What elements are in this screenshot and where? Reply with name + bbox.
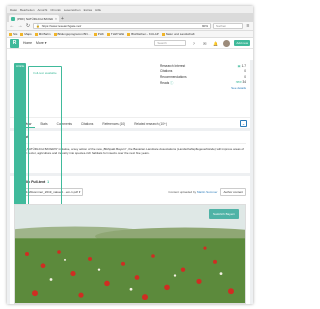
bookmark-item[interactable]: THW Wiki [106, 32, 124, 36]
menu-bookmarks[interactable]: Lesezeichen [64, 8, 81, 12]
browser-tab[interactable]: (PDF) NATÜRLICH BAYERN: Eine × [9, 15, 59, 22]
folder-icon [20, 32, 24, 36]
folder-icon [9, 32, 12, 36]
chevron-down-icon[interactable]: ⌄ [240, 120, 247, 127]
bookmarks-bar: Sts Maps Mit Bahn Bildungsprogramm BN… P… [7, 31, 253, 38]
bookmark-item[interactable]: Blohfächen - KULAP [127, 32, 159, 36]
folder-icon [53, 32, 57, 36]
bookmark-item[interactable]: Bildungsprogramm BN… [53, 32, 91, 36]
folder-icon [161, 32, 165, 36]
tab-strip: (PDF) NATÜRLICH BAYERN: Eine × + [7, 13, 253, 22]
researchgate-header: R Home More ▾ Search ? ✉ 🔔 Add new [7, 38, 253, 49]
bookmark-item[interactable]: Sts [9, 32, 17, 36]
publication-tags: Article Full-text available [14, 63, 144, 206]
menu-view[interactable]: Ansicht [38, 8, 48, 12]
browser-search-input[interactable]: Suchen [213, 23, 243, 29]
menu-file[interactable]: Datei [10, 8, 17, 12]
navigation-bar: ← → ↻ 🔒 https://www.researchgate.net/ 90… [7, 22, 253, 31]
researchgate-favicon-icon [11, 16, 15, 21]
bookmark-item[interactable]: PHK [93, 32, 104, 36]
lock-icon: 🔒 [36, 24, 40, 28]
close-tab-icon[interactable]: × [55, 17, 57, 21]
site-search-input[interactable]: Search [154, 40, 187, 46]
bookmark-item[interactable]: Maps [20, 32, 32, 36]
publication-info: Article Full-text available NATÜRLICH BA… [14, 63, 144, 239]
author-content-button[interactable]: Author content [220, 188, 246, 196]
bookmark-item[interactable]: Mit Bahn [34, 32, 51, 36]
nav-more[interactable]: More ▾ [36, 41, 46, 45]
natuerlich-bayern-logo: Natürlich Bayern [209, 209, 239, 219]
new-tab-button[interactable]: + [59, 15, 66, 22]
folder-icon [34, 32, 38, 36]
fulltext-badge: Full-text available [28, 66, 62, 206]
search-placeholder: Suchen [216, 24, 227, 28]
reload-button[interactable]: ↻ [25, 23, 31, 29]
messages-icon[interactable]: ✉ [201, 40, 208, 47]
menu-edit[interactable]: Bearbeiten [20, 8, 35, 12]
menu-tools[interactable]: Extras [84, 8, 93, 12]
zoom-level[interactable]: 90% [202, 24, 208, 28]
menu-history[interactable]: Chronik [50, 8, 60, 12]
menu-hamburger-icon[interactable]: ≡ [245, 23, 251, 29]
url-text: https://www.researchgate.net/ [41, 24, 82, 28]
see-details-link[interactable]: See details [160, 86, 246, 90]
bookmark-item[interactable]: Natur und Landschaft [161, 32, 194, 36]
researchgate-logo[interactable]: R [10, 38, 19, 48]
browser-window: Datei Bearbeiten Ansicht Chronik Lesezei… [7, 6, 253, 304]
forward-button[interactable]: → [17, 23, 23, 29]
address-bar[interactable]: 🔒 https://www.researchgate.net/ 90% [33, 23, 211, 29]
back-button[interactable]: ← [9, 23, 15, 29]
article-badge: Article [14, 63, 27, 206]
folder-icon [93, 32, 97, 36]
info-icon: ⓘ [170, 80, 174, 85]
stat-reads: Reads ⓘ new 34 [160, 80, 246, 85]
uploader-link[interactable]: Martin Sommer [197, 190, 218, 194]
rg-score-icon: ▣ [237, 63, 241, 68]
questions-icon[interactable]: ? [190, 40, 197, 47]
folder-icon [127, 32, 131, 36]
uploaded-by: Content uploaded by Martin Sommer [168, 190, 218, 194]
page-content: Article Full-text available NATÜRLICH BA… [7, 60, 253, 304]
site-search-placeholder: Search [157, 41, 167, 45]
new-badge: new [235, 80, 242, 85]
folder-icon [106, 32, 110, 36]
nav-home[interactable]: Home [23, 41, 32, 45]
notifications-icon[interactable]: 🔔 [212, 40, 219, 47]
publication-header-card: Article Full-text available NATÜRLICH BA… [10, 60, 250, 239]
meadow-photo [15, 205, 245, 303]
pdf-page-preview[interactable]: Natürlich Bayern [14, 204, 246, 304]
add-new-button[interactable]: Add new [234, 40, 250, 46]
tab-title: (PDF) NATÜRLICH BAYERN: Eine [17, 16, 53, 21]
menu-help[interactable]: Hilfe [95, 8, 101, 12]
stats-panel: Research Interest ▣ 1.7 Citations 0 Reco… [160, 63, 246, 114]
menu-bar: Datei Bearbeiten Ansicht Chronik Lesezei… [7, 6, 253, 13]
avatar[interactable] [223, 39, 231, 47]
